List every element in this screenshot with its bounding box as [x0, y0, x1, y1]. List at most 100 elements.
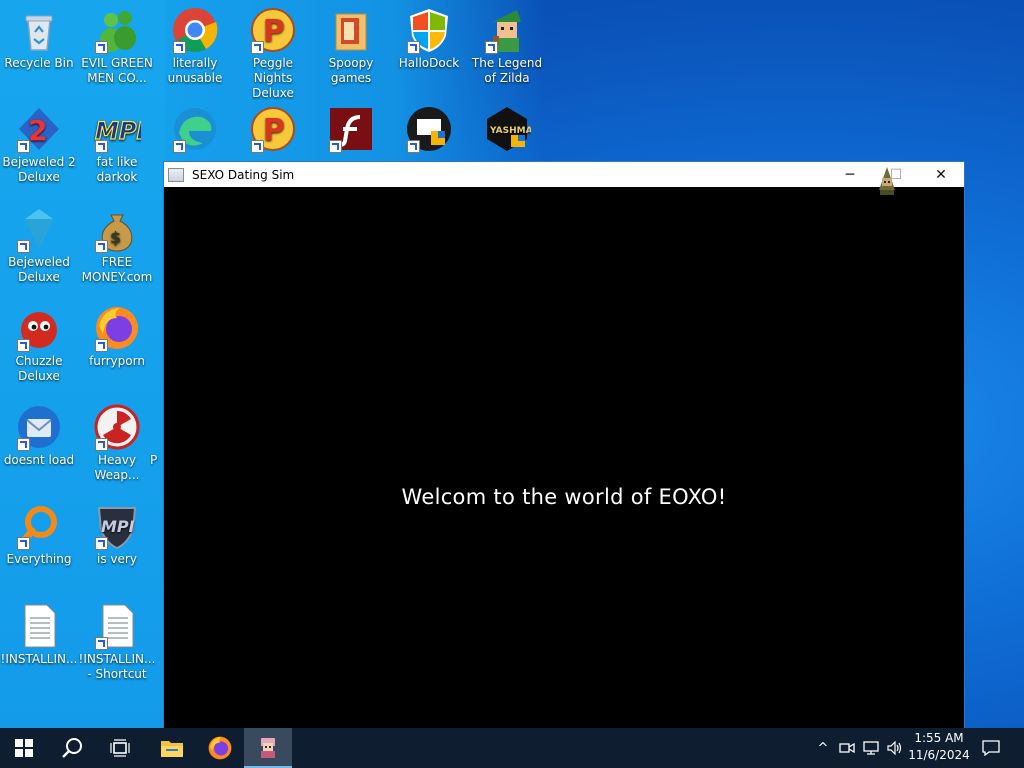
taskbar-clock[interactable]: 1:55 AM 11/6/2024 — [906, 730, 972, 766]
shortcut-arrow-icon — [95, 339, 108, 352]
start-button[interactable] — [0, 728, 48, 768]
clock-time: 1:55 AM — [914, 731, 964, 745]
desktop-icon-legend-of-zilda[interactable]: The Legend of Zilda — [468, 6, 546, 86]
desktop-icon-spoopy-games[interactable]: Spoopy games — [312, 6, 390, 86]
shortcut-arrow-icon — [95, 637, 108, 650]
shortcut-arrow-icon — [329, 140, 342, 153]
firefox-icon — [93, 304, 141, 352]
task-view-button[interactable] — [96, 728, 144, 768]
shortcut-arrow-icon — [95, 240, 108, 253]
magnifier-icon — [15, 502, 63, 550]
app-window[interactable]: SEXO Dating Sim ─ ☐ ✕ Welcom to the worl… — [164, 162, 964, 728]
desktop-icon-remote-desktop[interactable] — [390, 105, 468, 155]
clock-date: 11/6/2024 — [908, 748, 970, 762]
desktop-icon-label: literally unusable — [167, 56, 223, 85]
desktop-icon-free-money[interactable]: $ FREE MONEY.com — [78, 205, 156, 285]
taskbar: ^ 1:55 AM 11/6/2024 — [0, 728, 1024, 768]
text-file-icon — [15, 602, 63, 650]
money-bag-icon: $ — [93, 205, 141, 253]
desktop-icon-hallodock[interactable]: HalloDock — [390, 6, 468, 71]
desktop-icon-installing[interactable]: !INSTALLIN... — [0, 602, 78, 667]
desktop-icon-label: Bejeweled Deluxe — [8, 255, 70, 284]
tray-network-button[interactable] — [860, 728, 882, 768]
notification-icon — [982, 740, 1000, 756]
search-button[interactable] — [48, 728, 96, 768]
desktop-icon-label: fat like darkok — [96, 155, 138, 184]
desktop-icon-fat-like-darkok[interactable]: MPI fat like darkok — [78, 105, 156, 185]
dating-sim-taskbar-button[interactable] — [244, 728, 292, 768]
desktop-icon-label: is very — [97, 552, 137, 566]
bejeweled-2-icon: 2 — [15, 105, 63, 153]
desktop-icon-peggle[interactable]: P — [234, 105, 312, 155]
tray-overflow-button[interactable]: ^ — [812, 728, 834, 768]
desktop-icon-recycle-bin[interactable]: Recycle Bin — [0, 6, 78, 71]
desktop-icon-label: The Legend of Zilda — [471, 56, 543, 85]
desktop-icon-doesnt-load[interactable]: doesnt load — [0, 403, 78, 468]
chuzzle-icon — [15, 304, 63, 352]
desktop-icon-label: Spoopy games — [328, 56, 374, 85]
desktop-icon-label: !INSTALLIN... — [0, 652, 78, 666]
shortcut-arrow-icon — [485, 41, 498, 54]
shortcut-arrow-icon — [17, 537, 30, 550]
remote-desktop-icon — [405, 105, 453, 153]
desktop-icon-furryporn[interactable]: furryporn — [78, 304, 156, 369]
welcome-message: Welcom to the world of EOXO! — [401, 485, 727, 509]
desktop-icon-flash[interactable] — [312, 105, 390, 155]
desktop-icon-peggle-nights[interactable]: P Peggle Nights Deluxe — [234, 6, 312, 101]
shortcut-arrow-icon — [17, 438, 30, 451]
desktop-icon-edge[interactable] — [156, 105, 234, 155]
svg-text:P: P — [263, 113, 285, 148]
desktop-icon-label: furryporn — [89, 354, 145, 368]
firefox-taskbar-button[interactable] — [196, 728, 244, 768]
tray-camera-button[interactable] — [836, 728, 858, 768]
desktop-icon-label: Chuzzle Deluxe — [15, 354, 63, 383]
file-explorer-button[interactable] — [148, 728, 196, 768]
desktop-icon-bejeweled-deluxe[interactable]: Bejeweled Deluxe — [0, 205, 78, 285]
desktop-icon-literally-unusable[interactable]: literally unusable — [156, 6, 234, 86]
shortcut-arrow-icon — [95, 537, 108, 550]
desktop-icon-label: Peggle Nights Deluxe — [252, 56, 294, 100]
game-canvas[interactable]: Welcom to the world of EOXO! — [164, 187, 964, 728]
desktop-icon-label: !INSTALLIN... - Shortcut — [78, 652, 156, 681]
close-button[interactable]: ✕ — [918, 162, 964, 187]
shortcut-arrow-icon — [251, 140, 264, 153]
desktop-icon-label: FREE MONEY.com — [81, 255, 153, 284]
tray-volume-button[interactable] — [884, 728, 906, 768]
volume-icon — [887, 741, 902, 755]
desktop-icon-label: Everything — [6, 552, 72, 566]
shortcut-arrow-icon — [407, 41, 420, 54]
desktop-icon-bejeweled-2[interactable]: 2 Bejeweled 2 Deluxe — [0, 105, 78, 185]
notifications-button[interactable] — [976, 728, 1006, 768]
desktop-icon-evil-green-men[interactable]: EVIL GREEN MEN CO... — [78, 6, 156, 86]
desktop-icon-installing-shortcut[interactable]: !INSTALLIN... - Shortcut — [78, 602, 156, 682]
zilda-icon — [483, 6, 531, 54]
shortcut-arrow-icon — [17, 140, 30, 153]
windows-shield-icon — [405, 6, 453, 54]
desktop-icon-label: Heavy Weap... — [94, 453, 140, 482]
thunderbird-icon — [15, 403, 63, 451]
shortcut-arrow-icon — [17, 339, 30, 352]
peggle-icon: P — [249, 6, 297, 54]
file-explorer-icon — [161, 741, 183, 757]
desktop-icon-everything[interactable]: Everything — [0, 502, 78, 567]
desktop-icon-yashma[interactable]: YASHMA — [468, 105, 546, 155]
desktop-icon-chuzzle[interactable]: Chuzzle Deluxe — [0, 304, 78, 384]
minimize-button[interactable]: ─ — [827, 162, 873, 187]
camera-mic-icon — [839, 742, 855, 754]
shortcut-arrow-icon — [17, 240, 30, 253]
desktop-icon-heavy-weapon[interactable]: Heavy Weap... — [78, 403, 156, 483]
chrome-icon — [171, 6, 219, 54]
desktop-icon-is-very[interactable]: MPI is very — [78, 502, 156, 567]
svg-text:MPI: MPI — [101, 517, 135, 536]
firefox-icon — [208, 736, 232, 760]
flash-icon — [327, 105, 375, 153]
yashma-icon: YASHMA — [483, 105, 533, 153]
peggle-icon: P — [249, 105, 297, 153]
desktop-icon-label: EVIL GREEN MEN CO... — [81, 56, 153, 85]
mpi-shield-icon: MPI — [93, 502, 141, 550]
shortcut-arrow-icon — [173, 41, 186, 54]
window-title: SEXO Dating Sim — [192, 167, 295, 182]
desktop-icon-label: Bejeweled 2 Deluxe — [2, 155, 76, 184]
text-file-icon — [93, 602, 141, 650]
window-titlebar[interactable]: SEXO Dating Sim ─ ☐ ✕ — [164, 162, 964, 195]
